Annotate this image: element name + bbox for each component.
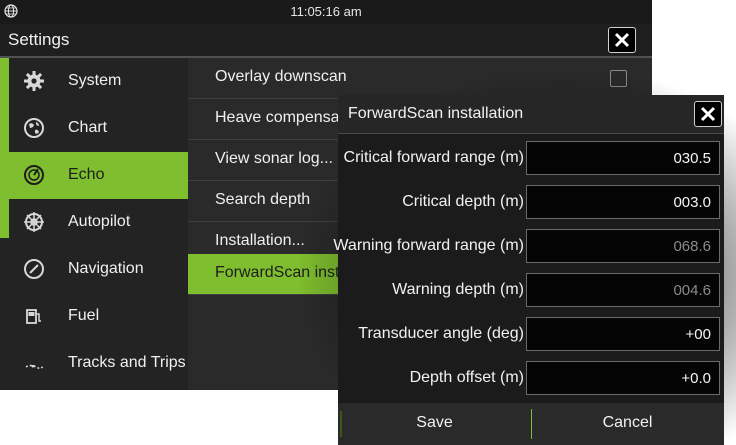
echo-icon <box>24 165 44 185</box>
field-label: Critical depth (m) <box>402 193 524 210</box>
sidebar-item-autopilot[interactable]: Autopilot <box>9 199 188 246</box>
field-value: +0.0 <box>681 370 711 387</box>
settings-close-button[interactable] <box>608 27 636 53</box>
menu-item-label: Installation... <box>215 232 305 249</box>
gear-icon <box>24 71 44 91</box>
field-warning-forward-range: Warning forward range (m) 068.6 <box>333 227 724 265</box>
field-label: Warning forward range (m) <box>333 237 524 254</box>
save-button-label: Save <box>416 414 453 431</box>
sidebar-item-label: Navigation <box>68 260 144 277</box>
warning-depth-input[interactable]: 004.6 <box>526 273 720 307</box>
sidebar-item-tracks-and-trips[interactable]: Tracks and Trips <box>9 340 188 387</box>
field-critical-depth: Critical depth (m) 003.0 <box>338 183 724 221</box>
fuel-icon <box>26 309 41 324</box>
helm-icon <box>24 212 44 232</box>
sidebar-item-label: System <box>68 72 122 89</box>
field-value: 030.5 <box>673 150 711 167</box>
page-title: Settings <box>8 30 70 49</box>
dialog-title: ForwardScan installation <box>348 105 524 122</box>
menu-item-label: Search depth <box>215 191 311 208</box>
save-button[interactable]: Save <box>338 403 531 445</box>
dialog-footer: Save Cancel <box>338 403 724 445</box>
field-label: Transducer angle (deg) <box>358 325 524 342</box>
field-critical-forward-range: Critical forward range (m) 030.5 <box>338 139 724 177</box>
sidebar-item-navigation[interactable]: Navigation <box>9 246 188 293</box>
settings-header: Settings <box>0 24 652 58</box>
field-depth-offset: Depth offset (m) +0.0 <box>338 359 724 397</box>
field-value: 004.6 <box>673 282 711 299</box>
sidebar-item-label: Chart <box>68 119 108 136</box>
close-icon <box>614 32 630 48</box>
dialog-close-button[interactable] <box>694 101 722 127</box>
sidebar-item-echo[interactable]: Echo <box>9 152 188 199</box>
close-icon <box>700 106 716 122</box>
globe-chart-icon <box>24 118 44 138</box>
dialog-header: ForwardScan installation <box>338 95 724 134</box>
sidebar-item-label: Echo <box>68 166 105 183</box>
forwardscan-installation-dialog: ForwardScan installation Critical forwar… <box>333 95 724 445</box>
warning-forward-range-input[interactable]: 068.6 <box>526 229 720 263</box>
field-label: Depth offset (m) <box>409 369 524 386</box>
critical-depth-input[interactable]: 003.0 <box>526 185 720 219</box>
field-warning-depth: Warning depth (m) 004.6 <box>338 271 724 309</box>
field-label: Warning depth (m) <box>392 281 524 298</box>
transducer-angle-input[interactable]: +00 <box>526 317 720 351</box>
field-transducer-angle: Transducer angle (deg) +00 <box>338 315 724 353</box>
field-value: +00 <box>685 326 711 343</box>
sidebar-item-fuel[interactable]: Fuel <box>9 293 188 340</box>
clock-time: 11:05:16 am <box>290 4 362 19</box>
sidebar-item-label: Tracks and Trips <box>68 354 186 371</box>
status-bar: 11:05:16 am <box>0 0 652 24</box>
sidebar-accent <box>0 58 9 238</box>
depth-offset-input[interactable]: +0.0 <box>526 361 720 395</box>
tracks-icon <box>25 364 44 370</box>
field-label: Critical forward range (m) <box>343 149 524 166</box>
settings-sidebar: System Chart Echo Autopilot Navigation F… <box>0 58 188 390</box>
sidebar-item-system[interactable]: System <box>9 58 188 105</box>
sidebar-item-label: Fuel <box>68 307 100 324</box>
sidebar-item-chart[interactable]: Chart <box>9 105 188 152</box>
cancel-button[interactable]: Cancel <box>531 403 724 445</box>
field-value: 068.6 <box>673 238 711 255</box>
critical-forward-range-input[interactable]: 030.5 <box>526 141 720 175</box>
field-value: 003.0 <box>673 194 711 211</box>
compass-icon <box>24 259 44 279</box>
sidebar-item-label: Autopilot <box>68 213 131 230</box>
cancel-button-label: Cancel <box>602 414 653 431</box>
